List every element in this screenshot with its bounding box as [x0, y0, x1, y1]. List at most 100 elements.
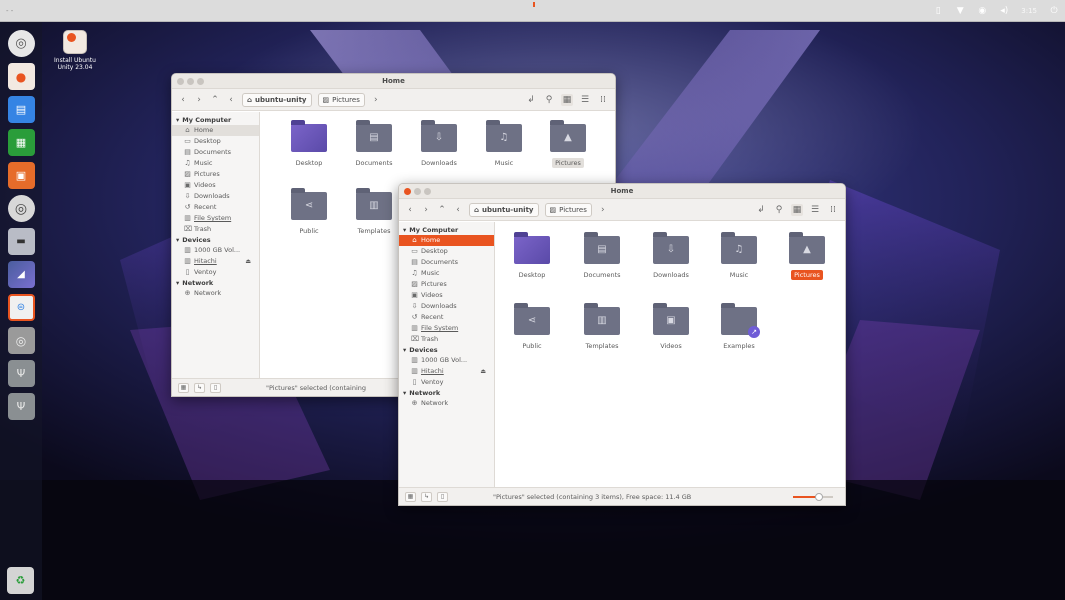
breadcrumb-pictures[interactable]: ▨ Pictures [544, 202, 592, 217]
file-item[interactable]: ⇩ Downloads [408, 120, 470, 168]
sidebar-item-videos[interactable]: ▣ Videos [172, 180, 259, 191]
up-button[interactable]: ⌃ [210, 95, 220, 105]
file-item[interactable]: ▲ Pictures [537, 120, 599, 168]
trash-icon[interactable]: ♻ [7, 567, 34, 594]
sidebar-item-recent[interactable]: ↺ Recent [172, 202, 259, 213]
terminal-icon[interactable]: ▬ [7, 228, 35, 255]
sidebar-item-music[interactable]: ♫ Music [172, 158, 259, 169]
show-places-button[interactable]: ▦ [405, 491, 416, 502]
eject-icon[interactable]: ⏏ [245, 257, 251, 266]
desktop-installer-shortcut[interactable]: Install Ubuntu Unity 23.04 [46, 30, 104, 71]
optical-icon[interactable]: ◎ [7, 327, 35, 354]
sidebar-item-downloads[interactable]: ⇩ Downloads [399, 301, 494, 312]
dash-icon[interactable]: ◎ [7, 30, 35, 57]
back-button[interactable]: ‹ [178, 95, 188, 105]
clock[interactable]: 3:15 [1021, 7, 1037, 15]
list-view-icon[interactable]: ☰ [809, 204, 821, 216]
settings-icon[interactable]: ⊜ [7, 294, 35, 321]
show-tree-button[interactable]: ↳ [194, 382, 205, 393]
sidebar-item-desktop[interactable]: ▭ Desktop [172, 136, 259, 147]
power-icon[interactable]: ⏻ [1049, 6, 1059, 16]
sidebar-item-hitachi[interactable]: ▥ Hitachi ⏏ [172, 256, 259, 267]
back-button[interactable]: ‹ [405, 205, 415, 215]
usb-icon-1[interactable]: Ψ [7, 360, 35, 387]
sidebar-item-ventoy[interactable]: ▯ Ventoy [172, 267, 259, 278]
file-item[interactable]: ▲ Pictures [776, 232, 838, 280]
sidebar-item-home[interactable]: ⌂ Home [399, 235, 494, 246]
hide-sidebar-button[interactable]: ▯ [437, 491, 448, 502]
sidebar-item-hitachi[interactable]: ▥ Hitachi ⏏ [399, 366, 494, 377]
breadcrumb-home[interactable]: ⌂ ubuntu-unity [469, 202, 539, 217]
eject-icon[interactable]: ⏏ [480, 367, 486, 376]
file-item[interactable]: ▤ Documents [343, 120, 405, 168]
network-icon[interactable]: ▼ [955, 6, 965, 16]
search-icon[interactable]: ⚲ [773, 204, 785, 216]
file-item[interactable]: ♫ Music [473, 120, 535, 168]
hide-sidebar-button[interactable]: ▯ [210, 382, 221, 393]
file-item[interactable]: ▥ Templates [571, 303, 633, 351]
file-item[interactable]: ⋖ Public [278, 188, 340, 236]
breadcrumb-right-arrow[interactable]: › [371, 95, 381, 105]
sidebar-item-volume[interactable]: ▥ 1000 GB Vol... [172, 245, 259, 256]
accessibility-icon[interactable]: ◉ [977, 6, 987, 16]
breadcrumb-pictures[interactable]: ▨ Pictures [317, 92, 365, 107]
battery-icon[interactable]: ▯ [933, 6, 943, 16]
icon-view-icon[interactable]: ▦ [791, 203, 803, 216]
impress-icon[interactable]: ▣ [7, 162, 35, 189]
search-icon[interactable]: ⚲ [543, 94, 555, 106]
file-item[interactable]: ↗ Examples [708, 303, 770, 351]
disk-icon[interactable]: ◎ [7, 195, 35, 222]
sidebar-section-my-computer[interactable]: ▾ My Computer [399, 225, 494, 235]
up-button[interactable]: ⌃ [437, 205, 447, 215]
writer-icon[interactable]: ▤ [7, 96, 35, 123]
breadcrumb-left-arrow[interactable]: ‹ [453, 205, 463, 215]
sidebar-item-documents[interactable]: ▤ Documents [399, 257, 494, 268]
sidebar-item-pictures[interactable]: ▨ Pictures [172, 169, 259, 180]
file-view[interactable]: Desktop ▤ Documents ⇩ Downloads ♫ Music … [495, 222, 845, 487]
sidebar-item-desktop[interactable]: ▭ Desktop [399, 246, 494, 257]
toggle-location-icon[interactable]: ↲ [525, 94, 537, 106]
file-manager-window-front[interactable]: Home ‹ › ⌃ ‹ ⌂ ubuntu-unity ▨ Pictures ›… [398, 183, 846, 506]
sidebar-item-music[interactable]: ♫ Music [399, 268, 494, 279]
sidebar-item-file-system[interactable]: ▥ File System [172, 213, 259, 224]
calc-icon[interactable]: ▦ [7, 129, 35, 156]
breadcrumb-left-arrow[interactable]: ‹ [226, 95, 236, 105]
file-item[interactable]: ▣ Videos [640, 303, 702, 351]
sidebar-item-home[interactable]: ⌂ Home [172, 125, 259, 136]
forward-button[interactable]: › [421, 205, 431, 215]
compact-view-icon[interactable]: ⁞⁞ [597, 94, 609, 106]
toggle-location-icon[interactable]: ↲ [755, 204, 767, 216]
window-titlebar[interactable]: Home [172, 74, 615, 89]
sidebar-item-documents[interactable]: ▤ Documents [172, 147, 259, 158]
sidebar-section-my-computer[interactable]: ▾ My Computer [172, 115, 259, 125]
show-places-button[interactable]: ▦ [178, 382, 189, 393]
sidebar-section-devices[interactable]: ▾ Devices [399, 345, 494, 355]
sidebar-item-pictures[interactable]: ▨ Pictures [399, 279, 494, 290]
sidebar-item-volume[interactable]: ▥ 1000 GB Vol... [399, 355, 494, 366]
sidebar-item-trash[interactable]: ⌧ Trash [172, 224, 259, 235]
file-item[interactable]: Desktop [278, 120, 340, 168]
usb-icon-2[interactable]: Ψ [7, 393, 35, 420]
forward-button[interactable]: › [194, 95, 204, 105]
file-item[interactable]: ▤ Documents [571, 232, 633, 280]
installer-icon[interactable]: ● [7, 63, 35, 90]
zoom-slider-thumb[interactable] [815, 492, 823, 501]
sidebar-item-videos[interactable]: ▣ Videos [399, 290, 494, 301]
show-tree-button[interactable]: ↳ [421, 491, 432, 502]
compact-view-icon[interactable]: ⁞⁞ [827, 204, 839, 216]
volume-icon[interactable]: ◂) [999, 6, 1009, 16]
window-titlebar[interactable]: Home [399, 184, 845, 199]
sidebar-item-recent[interactable]: ↺ Recent [399, 312, 494, 323]
sidebar-item-file-system[interactable]: ▥ File System [399, 323, 494, 334]
breadcrumb-right-arrow[interactable]: › [598, 205, 608, 215]
sidebar-section-network[interactable]: ▾ Network [172, 278, 259, 288]
icon-view-icon[interactable]: ▦ [561, 93, 573, 106]
file-item[interactable]: ⇩ Downloads [640, 232, 702, 280]
file-item[interactable]: Desktop [501, 232, 563, 280]
file-item[interactable]: ♫ Music [708, 232, 770, 280]
sidebar-item-network[interactable]: ⊕ Network [399, 398, 494, 409]
sidebar-item-trash[interactable]: ⌧ Trash [399, 334, 494, 345]
sidebar-item-downloads[interactable]: ⇩ Downloads [172, 191, 259, 202]
list-view-icon[interactable]: ☰ [579, 94, 591, 106]
breadcrumb-home[interactable]: ⌂ ubuntu-unity [242, 92, 312, 107]
